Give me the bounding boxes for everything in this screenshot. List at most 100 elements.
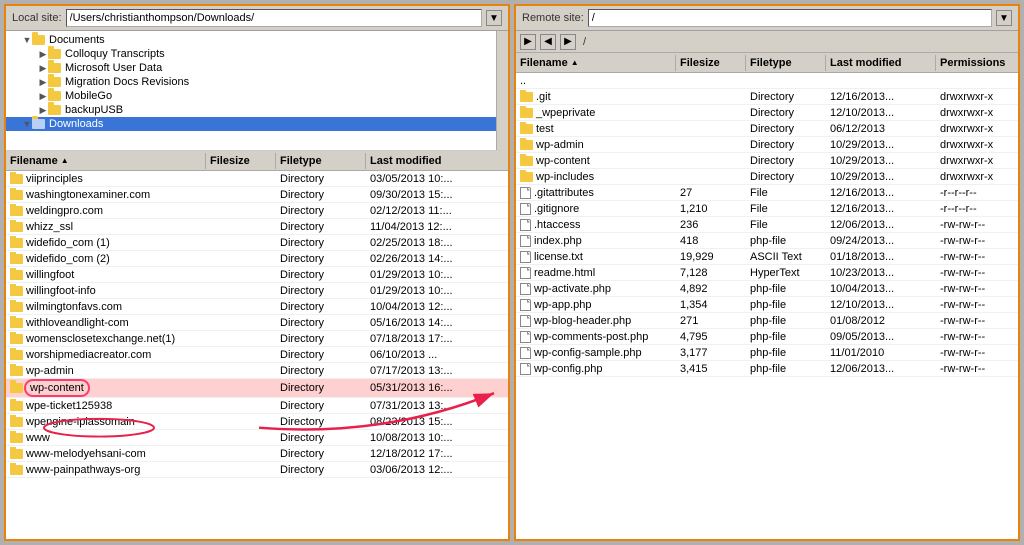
local-file-modified: 10/08/2013 10:... [366, 431, 508, 445]
remote-file-row[interactable]: testDirectory06/12/2013drwxrwxr-x [516, 121, 1018, 137]
file-icon [520, 251, 531, 263]
tree-item-backupusb[interactable]: ▶ backupUSB [6, 103, 508, 117]
local-file-row[interactable]: wp-contentDirectory05/31/2013 16:... [6, 379, 508, 398]
remote-file-row[interactable]: wp-app.php1,354php-file12/10/2013...-rw-… [516, 297, 1018, 313]
local-file-row[interactable]: withloveandlight-comDirectory05/16/2013 … [6, 315, 508, 331]
local-file-modified: 10/04/2013 12:... [366, 300, 508, 314]
tree-item-migration[interactable]: ▶ Migration Docs Revisions [6, 75, 508, 89]
remote-file-modified: 12/10/2013... [826, 106, 936, 120]
remote-file-perms: -rw-rw-r-- [936, 250, 1018, 264]
local-file-row[interactable]: willingfoot-infoDirectory01/29/2013 10:.… [6, 283, 508, 299]
folder-icon [520, 140, 533, 150]
local-path-dropdown[interactable]: ▼ [486, 10, 502, 26]
expand-triangle[interactable]: ▶ [38, 63, 48, 74]
remote-file-row[interactable]: index.php418php-file09/24/2013...-rw-rw-… [516, 233, 1018, 249]
local-file-name: whizz_ssl [6, 220, 206, 234]
local-file-row[interactable]: wwwDirectory10/08/2013 10:... [6, 430, 508, 446]
file-icon [520, 299, 531, 311]
tree-item-mobilego[interactable]: ▶ MobileGo [6, 89, 508, 103]
local-file-row[interactable]: widefido_com (1)Directory02/25/2013 18:.… [6, 235, 508, 251]
local-file-name: willingfoot-info [6, 284, 206, 298]
local-col-filetype[interactable]: Filetype [276, 153, 366, 169]
play-button[interactable]: ▶ [520, 34, 536, 50]
remote-file-row[interactable]: .. [516, 73, 1018, 89]
file-name-text: wpe-ticket125938 [26, 400, 112, 412]
remote-file-row[interactable]: wp-activate.php4,892php-file10/04/2013..… [516, 281, 1018, 297]
local-col-filename[interactable]: Filename ▲ [6, 153, 206, 169]
remote-col-filetype[interactable]: Filetype [746, 55, 826, 71]
tree-item-msuser[interactable]: ▶ Microsoft User Data [6, 61, 508, 75]
tree-scrollbar[interactable] [496, 31, 508, 150]
expand-triangle[interactable]: ▶ [38, 91, 48, 102]
remote-file-row[interactable]: .gitattributes27File12/16/2013...-r--r--… [516, 185, 1018, 201]
remote-toolbar: ▶ ◀ ▶ / [516, 31, 1018, 53]
local-file-list[interactable]: viiprinciplesDirectory03/05/2013 10:...w… [6, 171, 508, 539]
remote-file-row[interactable]: wp-adminDirectory10/29/2013...drwxrwxr-x [516, 137, 1018, 153]
local-file-row[interactable]: wilmingtonfavs.comDirectory10/04/2013 12… [6, 299, 508, 315]
tree-item-label: MobileGo [65, 90, 112, 102]
expand-triangle[interactable]: ▶ [38, 77, 48, 88]
expand-triangle[interactable]: ▶ [38, 49, 48, 60]
remote-file-row[interactable]: .gitignore1,210File12/16/2013...-r--r--r… [516, 201, 1018, 217]
expand-triangle[interactable]: ▶ [38, 105, 48, 116]
remote-file-row[interactable]: .htaccess236File12/06/2013...-rw-rw-r-- [516, 217, 1018, 233]
local-file-type: Directory [276, 399, 366, 413]
local-file-row[interactable]: worshipmediacreator.comDirectory06/10/20… [6, 347, 508, 363]
local-file-row[interactable]: www-painpathways-orgDirectory03/06/2013 … [6, 462, 508, 478]
expand-triangle[interactable]: ▼ [22, 119, 32, 129]
remote-file-type: Directory [746, 138, 826, 152]
local-file-name: withloveandlight-com [6, 316, 206, 330]
remote-file-modified: 09/05/2013... [826, 330, 936, 344]
local-file-row[interactable]: whizz_sslDirectory11/04/2013 12:... [6, 219, 508, 235]
remote-file-row[interactable]: wp-contentDirectory10/29/2013...drwxrwxr… [516, 153, 1018, 169]
remote-col-modified[interactable]: Last modified [826, 55, 936, 71]
folder-icon [10, 417, 23, 427]
remote-col-perms[interactable]: Permissions [936, 55, 1018, 71]
local-file-row[interactable]: wpengine-iplassomainDirectory08/23/2013 … [6, 414, 508, 430]
local-file-size [206, 354, 276, 356]
local-file-row[interactable]: weldingpro.comDirectory02/12/2013 11:... [6, 203, 508, 219]
remote-file-list[interactable]: ...gitDirectory12/16/2013...drwxrwxr-x_w… [516, 73, 1018, 539]
panels-row: Local site: ▼ ▼ Documents ▶ Colloquy Tra… [4, 4, 1020, 541]
back-button[interactable]: ◀ [540, 34, 556, 50]
remote-path-input[interactable] [588, 9, 992, 27]
remote-col-filesize[interactable]: Filesize [676, 55, 746, 71]
local-file-row[interactable]: widefido_com (2)Directory02/26/2013 14:.… [6, 251, 508, 267]
remote-file-row[interactable]: wp-config-sample.php3,177php-file11/01/2… [516, 345, 1018, 361]
file-name-text: wp-activate.php [534, 283, 611, 295]
local-file-row[interactable]: willingfootDirectory01/29/2013 10:... [6, 267, 508, 283]
local-file-row[interactable]: wpe-ticket125938Directory07/31/2013 13:.… [6, 398, 508, 414]
tree-item-documents[interactable]: ▼ Documents [6, 33, 508, 47]
remote-file-row[interactable]: license.txt19,929ASCII Text01/18/2013...… [516, 249, 1018, 265]
folder-icon [10, 254, 23, 264]
remote-file-row[interactable]: wp-blog-header.php271php-file01/08/2012-… [516, 313, 1018, 329]
tree-item-colloquy[interactable]: ▶ Colloquy Transcripts [6, 47, 508, 61]
remote-file-row[interactable]: wp-comments-post.php4,795php-file09/05/2… [516, 329, 1018, 345]
local-col-modified[interactable]: Last modified [366, 153, 508, 169]
remote-file-row[interactable]: wp-includesDirectory10/29/2013...drwxrwx… [516, 169, 1018, 185]
expand-triangle[interactable]: ▼ [22, 35, 32, 45]
remote-col-filename[interactable]: Filename ▲ [516, 55, 676, 71]
local-file-row[interactable]: viiprinciplesDirectory03/05/2013 10:... [6, 171, 508, 187]
remote-file-row[interactable]: .gitDirectory12/16/2013...drwxrwxr-x [516, 89, 1018, 105]
local-col-filesize[interactable]: Filesize [206, 153, 276, 169]
local-file-size [206, 405, 276, 407]
forward-button[interactable]: ▶ [560, 34, 576, 50]
remote-path-dropdown[interactable]: ▼ [996, 10, 1012, 26]
remote-file-row[interactable]: _wpeprivateDirectory12/10/2013...drwxrwx… [516, 105, 1018, 121]
local-file-size [206, 370, 276, 372]
remote-file-name: wp-content [516, 154, 676, 168]
tree-item-downloads[interactable]: ▼ Downloads [6, 117, 508, 131]
local-path-input[interactable] [66, 9, 482, 27]
file-name-text: .git [536, 91, 551, 103]
local-file-row[interactable]: wp-adminDirectory07/17/2013 13:... [6, 363, 508, 379]
remote-file-type [746, 80, 826, 82]
folder-icon [10, 174, 23, 184]
local-file-row[interactable]: washingtonexaminer.comDirectory09/30/201… [6, 187, 508, 203]
remote-file-row[interactable]: readme.html7,128HyperText10/23/2013...-r… [516, 265, 1018, 281]
remote-file-row[interactable]: wp-config.php3,415php-file12/06/2013...-… [516, 361, 1018, 377]
local-file-modified: 05/16/2013 14:... [366, 316, 508, 330]
local-file-modified: 03/06/2013 12:... [366, 463, 508, 477]
local-file-row[interactable]: womensclosetexchange.net(1)Directory07/1… [6, 331, 508, 347]
local-file-row[interactable]: www-melodyehsani-comDirectory12/18/2012 … [6, 446, 508, 462]
